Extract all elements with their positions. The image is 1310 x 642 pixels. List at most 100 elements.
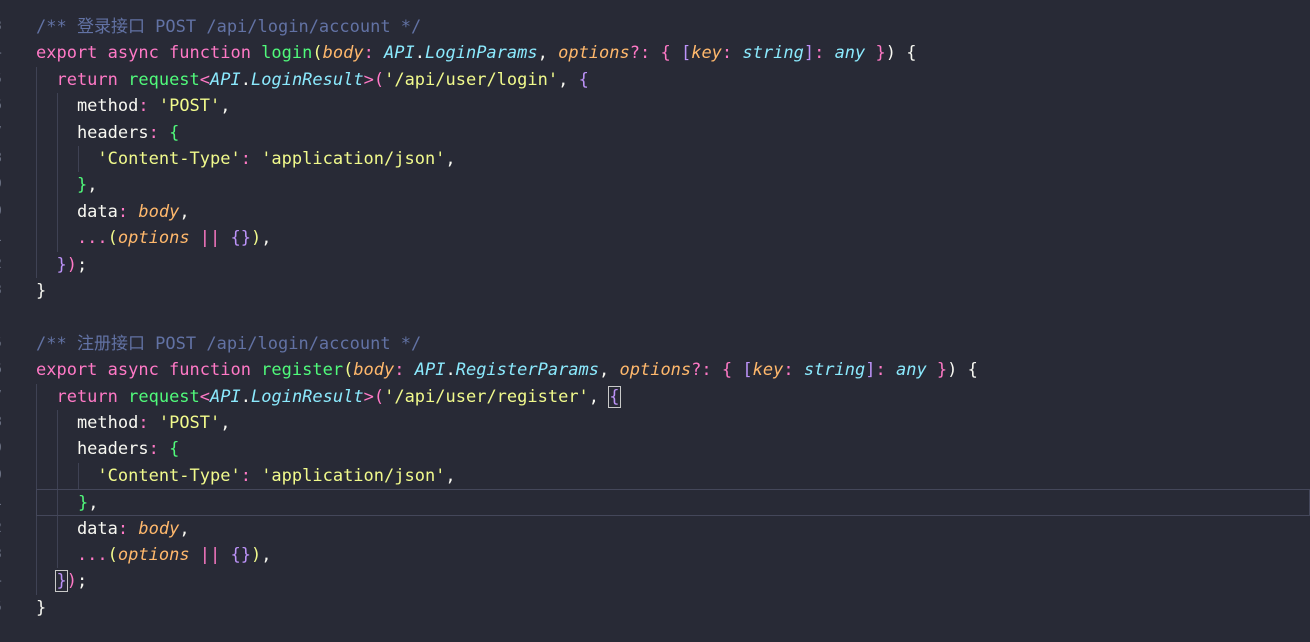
code-token: }	[36, 281, 47, 301]
code-token: >	[363, 69, 374, 90]
code-token: (	[107, 545, 118, 565]
code-token: :	[117, 201, 139, 222]
code-token: ?:	[629, 43, 661, 64]
code-token: options	[117, 228, 190, 249]
code-token: .	[240, 386, 251, 407]
code-token: 'application/json'	[261, 465, 446, 486]
code-token: export async function	[36, 360, 262, 381]
code-token: API	[384, 43, 415, 64]
code-token: any	[834, 43, 866, 64]
code-token: options	[117, 545, 190, 565]
code-token: (	[343, 360, 354, 381]
code-token: .	[445, 360, 456, 381]
code-token: body	[353, 360, 395, 381]
code-token: ,	[220, 413, 231, 433]
code-token: key	[691, 43, 722, 64]
code-token: ,	[179, 518, 190, 539]
code-token: API	[210, 69, 241, 90]
code-line[interactable]: /** 注册接口 POST /api/login/account */	[36, 331, 1310, 357]
line-number: 9	[0, 436, 2, 462]
code-line[interactable]: export async function register(body: API…	[36, 357, 1310, 383]
code-token: .	[414, 43, 426, 64]
code-token: :	[394, 360, 415, 381]
line-number: 6	[0, 93, 2, 119]
code-token: ]	[865, 360, 876, 381]
code-token: :	[117, 518, 139, 539]
code-token: 'Content-Type'	[36, 149, 241, 169]
line-number: 7	[0, 120, 2, 146]
code-token: ...	[36, 228, 108, 249]
code-token: options	[558, 43, 630, 64]
line-number: 0	[0, 199, 2, 225]
code-line[interactable]	[36, 304, 1310, 330]
code-token: any	[895, 360, 927, 381]
code-token: ...	[36, 545, 108, 565]
line-number: 4	[0, 568, 2, 594]
code-line[interactable]: },	[36, 172, 1310, 198]
code-line[interactable]: return request<API.LoginResult>('/api/us…	[36, 384, 1310, 410]
line-number: 3	[0, 14, 2, 40]
code-token: )	[66, 571, 77, 592]
code-line[interactable]: }	[36, 278, 1310, 304]
code-token: options	[619, 360, 692, 381]
code-token: API	[210, 386, 241, 407]
code-token: method	[36, 413, 139, 433]
code-token: [	[680, 43, 692, 64]
code-token: {	[608, 385, 621, 408]
code-line[interactable]: export async function login(body: API.Lo…	[36, 40, 1310, 66]
code-line[interactable]: method: 'POST',	[36, 410, 1310, 436]
code-token: )	[251, 228, 262, 249]
code-line[interactable]: 'Content-Type': 'application/json',	[36, 463, 1310, 489]
code-token: ;	[76, 571, 88, 592]
code-token: {}	[230, 545, 251, 565]
code-line[interactable]: 'Content-Type': 'application/json',	[36, 146, 1310, 172]
code-line[interactable]: });	[36, 568, 1310, 594]
code-line[interactable]: headers: {	[36, 120, 1310, 146]
code-line[interactable]: ...(options || {}),	[36, 225, 1310, 251]
code-token: }	[36, 597, 47, 618]
code-token: :	[721, 43, 743, 64]
code-line[interactable]: data: body,	[36, 199, 1310, 225]
code-token: }	[865, 43, 886, 64]
line-number: 5	[0, 331, 2, 357]
line-number: 0	[0, 463, 2, 489]
code-line[interactable]: });	[36, 252, 1310, 278]
code-token: :	[148, 439, 170, 460]
current-code-line[interactable]: },	[36, 489, 1310, 516]
code-token: headers	[36, 122, 149, 143]
line-number-gutter: 3456789012356789012345	[0, 0, 14, 642]
code-token: ?:	[691, 360, 722, 381]
code-token: LoginResult	[251, 69, 364, 90]
code-line[interactable]: ...(options || {}),	[36, 542, 1310, 568]
code-token: {}	[230, 228, 251, 249]
code-token: ,	[220, 96, 231, 117]
code-line[interactable]: /** 登录接口 POST /api/login/account */	[36, 14, 1310, 40]
code-token: string	[803, 360, 866, 381]
line-number: 9	[0, 172, 2, 198]
line-number: 5	[0, 595, 2, 621]
code-token: body	[138, 518, 180, 539]
code-line[interactable]: return request<API.LoginResult>('/api/us…	[36, 67, 1310, 93]
code-token: headers	[36, 439, 149, 460]
code-editor[interactable]: 3456789012356789012345 /** 登录接口 POST /ap…	[0, 0, 1310, 642]
code-token: }	[55, 570, 68, 593]
code-token: LoginParams	[425, 43, 538, 64]
code-token: :	[240, 149, 262, 169]
code-token: data	[36, 201, 118, 222]
code-line[interactable]: }	[36, 595, 1310, 621]
code-token: '/api/user/register'	[384, 386, 589, 407]
code-token: .	[240, 69, 251, 90]
line-number: 8	[0, 410, 2, 436]
code-token: :	[814, 43, 835, 64]
code-line[interactable]: method: 'POST',	[36, 93, 1310, 119]
code-token: :	[138, 96, 159, 117]
code-line[interactable]: headers: {	[36, 436, 1310, 462]
code-line[interactable]: data: body,	[36, 516, 1310, 542]
code-token: :	[783, 360, 804, 381]
code-token: ||	[189, 228, 231, 249]
code-token: string	[742, 43, 804, 64]
code-token: (	[312, 43, 323, 64]
line-number: 3	[0, 278, 2, 304]
line-number: 3	[0, 542, 2, 568]
